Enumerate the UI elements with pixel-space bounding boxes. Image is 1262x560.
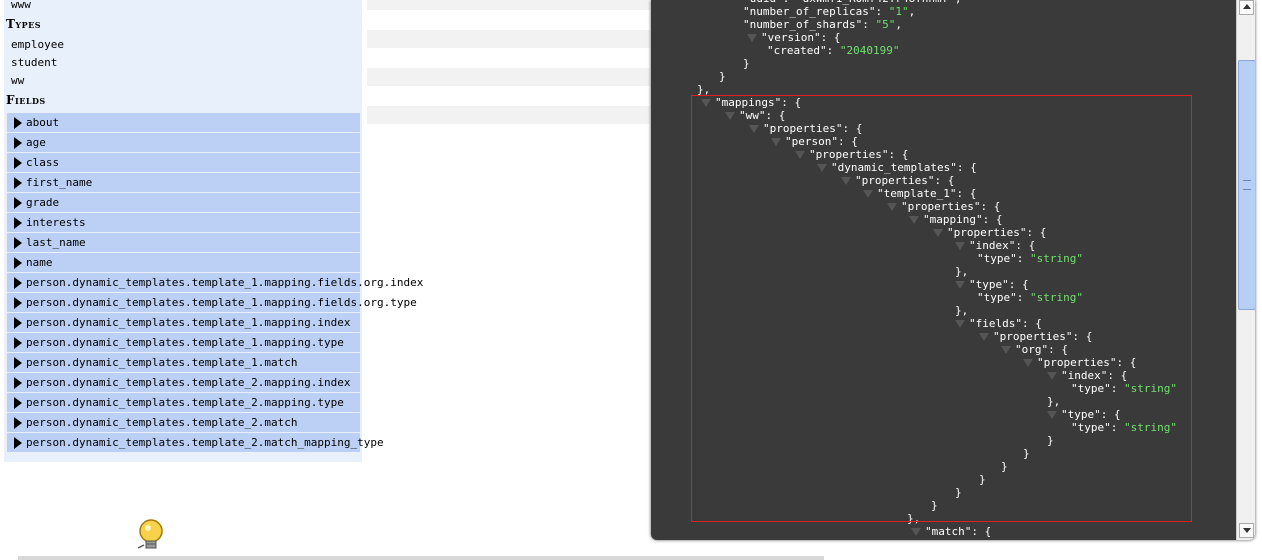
expand-arrow-icon [14, 237, 22, 249]
expand-arrow-icon [14, 377, 22, 389]
expand-arrow-icon [14, 137, 22, 149]
field-name: person.dynamic_templates.template_1.mapp… [26, 336, 344, 349]
field-name: name [26, 256, 53, 269]
expand-arrow-icon [14, 197, 22, 209]
results-row-stripe [367, 106, 650, 124]
field-name: person.dynamic_templates.template_1.mapp… [26, 276, 424, 289]
json-key: "number_of_replicas": [743, 5, 889, 18]
field-item[interactable]: name [7, 253, 360, 273]
json-key: } [719, 70, 726, 83]
expand-arrow-icon [14, 117, 22, 129]
index-sidebar: www Types employee student ww Fields abo… [4, 0, 423, 462]
field-item[interactable]: person.dynamic_templates.template_1.mapp… [7, 273, 423, 293]
json-string-value: "2040199" [839, 44, 900, 57]
field-item[interactable]: person.dynamic_templates.template_2.mapp… [7, 393, 360, 413]
json-line: "number_of_shards": "5", [743, 18, 902, 31]
fields-heading: Fields [6, 93, 46, 107]
field-name: first_name [26, 176, 93, 189]
horizontal-scrollbar[interactable] [18, 556, 824, 560]
json-key: "created": [767, 44, 840, 57]
collapse-triangle-icon[interactable] [911, 528, 921, 536]
field-name: grade [26, 196, 60, 209]
field-name: person.dynamic_templates.template_2.mapp… [26, 396, 344, 409]
type-item[interactable]: student [6, 54, 57, 72]
json-line: "match": { [911, 525, 991, 538]
field-name: person.dynamic_templates.template_2.matc… [26, 416, 298, 429]
expand-arrow-icon [14, 217, 22, 229]
json-line: } [743, 57, 750, 70]
field-name: person.dynamic_templates.template_1.mapp… [26, 316, 351, 329]
results-row-stripe [367, 0, 650, 10]
field-item[interactable]: first_name [7, 173, 360, 193]
collapse-triangle-icon[interactable] [747, 34, 757, 42]
selection-highlight [691, 95, 1192, 522]
field-item[interactable]: age [7, 133, 360, 153]
expand-arrow-icon [14, 357, 22, 369]
expand-arrow-icon [14, 417, 22, 429]
field-item[interactable]: person.dynamic_templates.template_2.matc… [7, 413, 360, 433]
json-key: } [743, 57, 750, 70]
json-key: "match": { [925, 525, 992, 538]
scrollbar-thumb[interactable] [1238, 60, 1255, 310]
field-name: class [26, 156, 60, 169]
json-line: } [719, 70, 726, 83]
field-item[interactable]: interests [7, 213, 360, 233]
types-heading: Types [6, 17, 42, 31]
field-item[interactable]: grade [7, 193, 360, 213]
field-name: age [26, 136, 46, 149]
field-item[interactable]: about [7, 113, 360, 133]
json-string-value: "1" [888, 5, 909, 18]
expand-arrow-icon [14, 317, 22, 329]
expand-arrow-icon [14, 297, 22, 309]
json-key: "version": { [761, 31, 841, 44]
vertical-scrollbar[interactable] [1236, 0, 1255, 540]
field-item[interactable]: person.dynamic_templates.template_1.mapp… [7, 313, 360, 333]
json-punct: , [908, 5, 916, 18]
expand-arrow-icon [14, 257, 22, 269]
field-item[interactable]: person.dynamic_templates.template_2.matc… [7, 433, 384, 453]
results-row-stripe [367, 30, 650, 48]
json-key: "number_of_shards": [743, 18, 876, 31]
type-item[interactable]: ww [6, 72, 24, 90]
field-item[interactable]: person.dynamic_templates.template_2.mapp… [7, 373, 360, 393]
json-punct: , [895, 18, 902, 31]
json-line: "number_of_replicas": "1", [743, 5, 915, 18]
lightbulb-icon[interactable] [135, 518, 165, 552]
expand-arrow-icon [14, 277, 22, 289]
field-name: person.dynamic_templates.template_1.matc… [26, 356, 298, 369]
scroll-down-icon[interactable] [1239, 523, 1254, 538]
field-name: interests [26, 216, 86, 229]
field-name: last_name [26, 236, 86, 249]
field-item[interactable]: person.dynamic_templates.template_1.mapp… [7, 293, 417, 313]
json-line: "created": "2040199" [767, 44, 899, 57]
expand-arrow-icon [14, 397, 22, 409]
field-name: about [26, 116, 60, 129]
field-item[interactable]: person.dynamic_templates.template_1.mapp… [7, 333, 360, 353]
results-row-stripe [367, 68, 650, 86]
type-item[interactable]: employee [6, 36, 64, 54]
field-name: person.dynamic_templates.template_2.matc… [26, 436, 384, 449]
expand-arrow-icon [14, 337, 22, 349]
field-name: person.dynamic_templates.template_1.mapp… [26, 296, 417, 309]
json-viewer-panel: "uuid": "dxWmf1_ROmf42Tr48fnhmf","number… [651, 0, 1255, 540]
json-string-value: "5" [875, 18, 896, 31]
field-name: person.dynamic_templates.template_2.mapp… [26, 376, 351, 389]
expand-arrow-icon [14, 177, 22, 189]
expand-arrow-icon [14, 437, 22, 449]
expand-arrow-icon [14, 157, 22, 169]
scroll-up-icon[interactable] [1239, 0, 1254, 15]
field-item[interactable]: class [7, 153, 360, 173]
index-item-www[interactable]: www [6, 0, 31, 14]
field-item[interactable]: person.dynamic_templates.template_1.matc… [7, 353, 360, 373]
field-item[interactable]: last_name [7, 233, 360, 253]
json-line: "version": { [747, 31, 840, 44]
